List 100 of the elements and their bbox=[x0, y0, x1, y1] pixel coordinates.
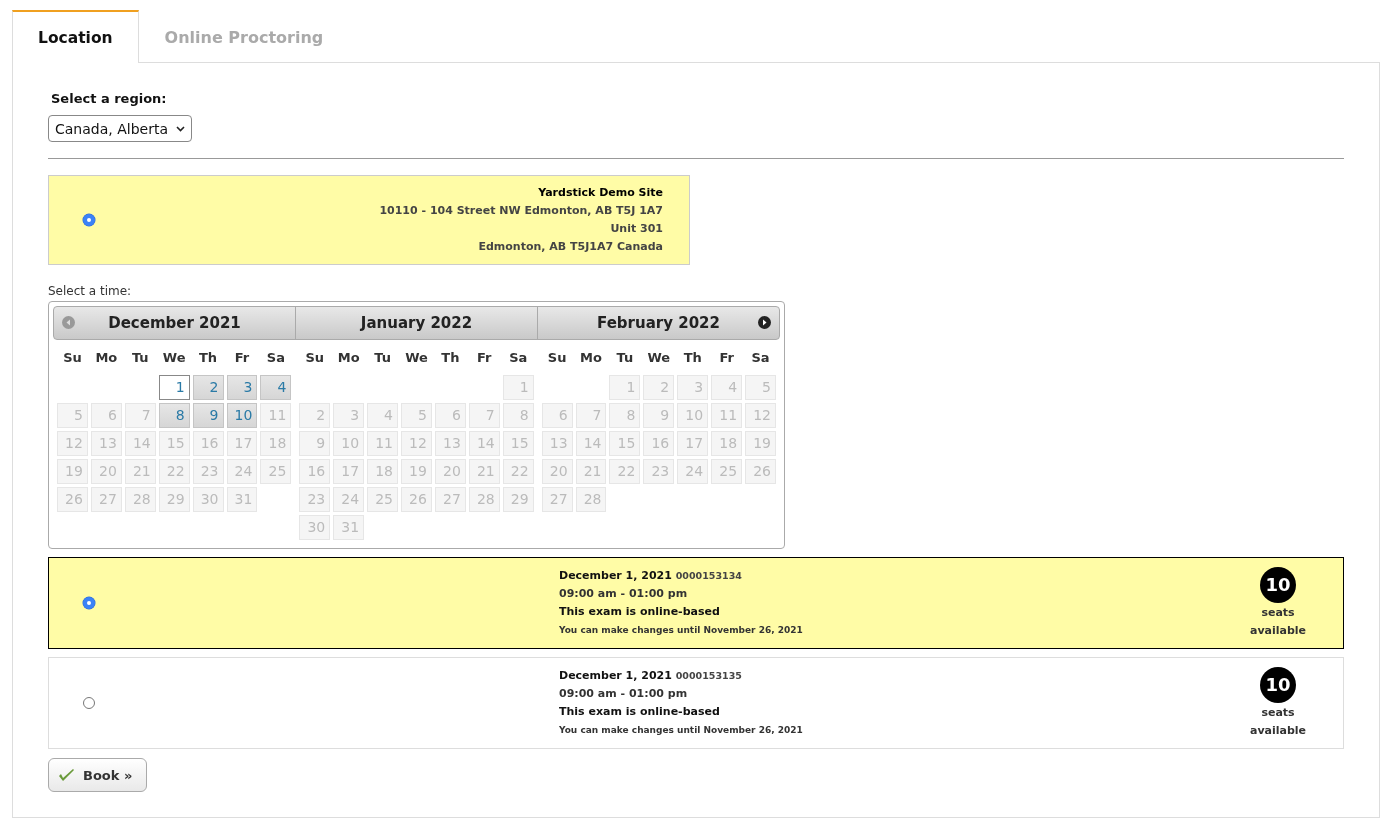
weekday-label: Th bbox=[198, 349, 219, 367]
time-slot[interactable]: December 1, 2021 0000153134 09:00 am - 01:00 pm This exam is online-based You can make changes until November 26, 2021 10 seats available bbox=[48, 557, 1344, 649]
seats-label: seats bbox=[1261, 604, 1295, 621]
weekday-label: We bbox=[161, 349, 187, 367]
calendar-day: 8 bbox=[609, 403, 641, 428]
weekday-label: We bbox=[646, 349, 672, 367]
slot-deadline: You can make changes until November 26, 2021 bbox=[559, 724, 804, 737]
weekday-label: Tu bbox=[615, 349, 635, 367]
weekday-label: Fr bbox=[718, 349, 735, 367]
month-title: February 2022 bbox=[597, 314, 720, 332]
address-line: Edmonton, AB T5J1A7 Canada bbox=[477, 239, 663, 255]
calendar-day: 16 bbox=[299, 459, 331, 484]
month-title: January 2022 bbox=[360, 314, 473, 332]
slot-note: This exam is online-based bbox=[559, 704, 721, 720]
chevron-down-icon bbox=[175, 125, 185, 132]
calendar-day: 7 bbox=[124, 403, 156, 428]
weekday-label: Mo bbox=[94, 349, 119, 367]
seats-label: seats bbox=[1261, 704, 1295, 721]
calendar-day: 18 bbox=[260, 431, 292, 456]
calendar-day: 24 bbox=[677, 459, 709, 484]
weekday-label: Th bbox=[440, 349, 461, 367]
calendar-day: 12 bbox=[745, 403, 776, 428]
calendar-day: 14 bbox=[468, 431, 500, 456]
slot-code: 0000153134 bbox=[675, 570, 742, 581]
previous-month-icon[interactable] bbox=[62, 316, 75, 329]
calendar-day: 7 bbox=[468, 403, 500, 428]
calendar-day: 21 bbox=[124, 459, 156, 484]
site-card[interactable]: Yardstick Demo Site 10110 - 104 Street NW Edmonton, AB T5J 1A7 Unit 301 Edmonton, AB T5J1A7 Canada bbox=[48, 175, 690, 265]
weekday-label: Tu bbox=[130, 349, 150, 367]
calendar-day: 6 bbox=[541, 403, 573, 428]
calendar-day: 29 bbox=[158, 487, 190, 512]
calendar-day: 23 bbox=[192, 459, 224, 484]
calendar-day: 28 bbox=[124, 487, 156, 512]
calendar-day: 30 bbox=[192, 487, 224, 512]
calendar-day: 2 bbox=[299, 403, 331, 428]
calendar-day[interactable]: 2 bbox=[192, 375, 224, 400]
weekday-label: We bbox=[404, 349, 429, 367]
seat-count: 10 bbox=[1260, 566, 1296, 603]
tab[interactable]: Location bbox=[12, 10, 139, 63]
calendar-day: 31 bbox=[333, 515, 365, 540]
calendar-day: 27 bbox=[434, 487, 466, 512]
site-name: Yardstick Demo Site bbox=[537, 185, 663, 201]
calendar-day: 29 bbox=[502, 487, 534, 512]
calendar-day: 15 bbox=[609, 431, 641, 456]
calendar-day: 1 bbox=[609, 375, 641, 400]
radio-button[interactable] bbox=[83, 214, 95, 226]
calendar-day: 25 bbox=[711, 459, 743, 484]
calendar-day[interactable]: 4 bbox=[260, 375, 292, 400]
calendar-day: 20 bbox=[434, 459, 466, 484]
calendar-day: 12 bbox=[57, 431, 88, 456]
calendar-day: 14 bbox=[575, 431, 607, 456]
calendar-day: 17 bbox=[333, 459, 365, 484]
calendar-day: 19 bbox=[401, 459, 432, 484]
calendar-day: 5 bbox=[401, 403, 432, 428]
calendar-day: 24 bbox=[226, 459, 258, 484]
region-select[interactable]: Canada, Alberta bbox=[48, 115, 192, 142]
calendar-day: 18 bbox=[711, 431, 743, 456]
calendar-day: 5 bbox=[745, 375, 776, 400]
calendar-day: 1 bbox=[502, 375, 534, 400]
calendar-day: 19 bbox=[745, 431, 776, 456]
calendar-day: 20 bbox=[90, 459, 122, 484]
book-button[interactable]: Book » bbox=[48, 758, 148, 792]
calendar-day: 17 bbox=[677, 431, 709, 456]
month-title: December 2021 bbox=[108, 314, 241, 332]
slot-date: December 1, 2021 bbox=[559, 669, 672, 682]
calendar-day: 22 bbox=[502, 459, 534, 484]
calendar-day: 11 bbox=[711, 403, 743, 428]
calendar-day: 16 bbox=[192, 431, 224, 456]
calendar-day[interactable]: 10 bbox=[226, 403, 258, 428]
calendar-day: 30 bbox=[299, 515, 331, 540]
calendar-day[interactable]: 3 bbox=[226, 375, 258, 400]
calendar-day[interactable]: 1 bbox=[158, 375, 190, 400]
calendar-day[interactable]: 8 bbox=[158, 403, 190, 428]
check-icon bbox=[58, 768, 75, 782]
slot-time: 09:00 am - 01:00 pm bbox=[559, 686, 689, 702]
weekday-label: Sa bbox=[750, 349, 771, 367]
calendar-day: 2 bbox=[643, 375, 675, 400]
calendar-day: 3 bbox=[677, 375, 709, 400]
next-month-icon[interactable] bbox=[758, 316, 771, 329]
calendar-day: 24 bbox=[333, 487, 365, 512]
calendar-day: 7 bbox=[575, 403, 607, 428]
calendar-day: 20 bbox=[541, 459, 573, 484]
calendar-day[interactable]: 9 bbox=[192, 403, 224, 428]
weekday-label: Mo bbox=[336, 349, 361, 367]
weekday-label: Mo bbox=[579, 349, 603, 367]
calendar-day: 25 bbox=[367, 487, 399, 512]
calendar-day: 11 bbox=[367, 431, 399, 456]
calendar-day: 4 bbox=[711, 375, 743, 400]
address-line: 10110 - 104 Street NW Edmonton, AB T5J 1A7 bbox=[379, 203, 663, 219]
calendar-day: 23 bbox=[299, 487, 331, 512]
radio-button[interactable] bbox=[83, 696, 95, 709]
weekday-label: Fr bbox=[476, 349, 493, 367]
radio-button[interactable] bbox=[83, 596, 95, 609]
calendar-day: 6 bbox=[90, 403, 122, 428]
time-slot[interactable]: December 1, 2021 0000153135 09:00 am - 01:00 pm This exam is online-based You can make changes until November 26, 2021 10 seats available bbox=[48, 657, 1344, 749]
calendar-day: 27 bbox=[90, 487, 122, 512]
calendar-day: 13 bbox=[434, 431, 466, 456]
calendar-day: 19 bbox=[57, 459, 88, 484]
weekday-label: Sa bbox=[508, 349, 529, 367]
calendar-day: 21 bbox=[575, 459, 607, 484]
